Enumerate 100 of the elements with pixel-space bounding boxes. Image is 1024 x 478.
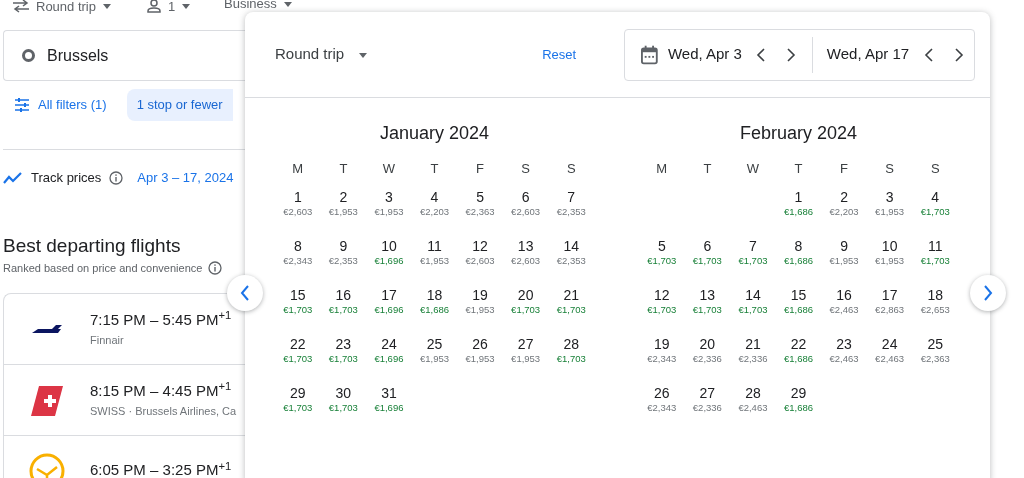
day-price: €1,953 [465,304,495,316]
reset-button[interactable]: Reset [538,40,581,69]
weekday-label: M [291,160,305,178]
origin-field[interactable]: Brussels [3,30,245,81]
day-number[interactable]: 13 [699,286,716,304]
trend-line-icon [3,171,23,184]
day-number[interactable]: 2 [840,188,848,206]
day-number[interactable]: 18 [426,286,443,304]
chevron-right-icon[interactable] [954,47,965,62]
weekday-label: S [929,160,941,178]
day-number[interactable]: 5 [476,188,484,206]
passenger-count[interactable]: 1 [168,0,176,13]
all-filters-link[interactable]: All filters (1) [38,95,107,115]
day-number[interactable]: 7 [567,188,576,206]
day-number[interactable]: 22 [790,335,807,353]
day-number[interactable]: 28 [563,335,579,353]
day-number[interactable]: 21 [563,286,579,304]
day-number[interactable]: 24 [381,335,397,353]
flight-times: 8:15 PM – 4:45 PM$^{+1}$ [90,380,233,401]
day-number[interactable]: 8 [293,237,302,255]
day-number[interactable]: 3 [385,188,393,206]
day-number[interactable]: 14 [745,286,761,304]
crane-circle-logo-icon [29,452,65,478]
day-number[interactable]: 3 [885,188,894,206]
chevron-right-icon[interactable] [785,47,796,62]
section-subtitle: Ranked based on price and convenience [3,261,203,276]
trip-type-dropdown[interactable]: Round trip [36,0,96,13]
day-price: €1,703 [511,304,541,316]
day-number[interactable]: 4 [430,188,439,206]
day-price: €1,953 [829,255,859,267]
day-number[interactable]: 17 [381,286,397,304]
day-number[interactable]: 9 [339,237,348,255]
day-number[interactable]: 15 [790,286,807,304]
day-number[interactable]: 11 [927,237,943,255]
weekday-label: S [884,160,895,178]
previous-month-button[interactable] [227,275,263,311]
day-number[interactable]: 8 [794,237,803,255]
day-number[interactable]: 19 [472,286,488,304]
chevron-left-icon[interactable] [755,47,766,62]
day-number[interactable]: 11 [427,237,442,255]
day-number[interactable]: 14 [563,237,579,255]
day-number[interactable]: 27 [517,335,534,353]
chevron-left-icon[interactable] [924,47,935,62]
day-number[interactable]: 12 [654,286,670,304]
day-number[interactable]: 16 [335,286,352,304]
next-month-button[interactable] [970,275,1006,311]
day-number[interactable]: 6 [521,188,530,206]
day-number[interactable]: 4 [931,188,940,206]
day-number[interactable]: 27 [699,384,716,402]
day-number[interactable]: 29 [790,384,807,402]
day-number[interactable]: 19 [654,335,670,353]
day-number[interactable]: 5 [657,237,666,255]
day-number[interactable]: 20 [517,286,534,304]
day-number[interactable]: 7 [749,237,757,255]
day-number[interactable]: 1 [293,188,302,206]
day-price: €1,703 [692,304,722,316]
day-number[interactable]: 31 [381,384,397,402]
day-number[interactable]: 10 [381,237,397,255]
day-number[interactable]: 1 [794,188,803,206]
swoosh-logo-icon [32,323,62,334]
day-number[interactable]: 15 [290,286,306,304]
airline-name: Finnair [90,332,125,348]
day-number[interactable]: 24 [881,335,898,353]
day-number[interactable]: 17 [881,286,898,304]
day-number[interactable]: 25 [927,335,943,353]
day-number[interactable]: 26 [654,384,670,402]
day-number[interactable]: 23 [836,335,852,353]
day-number[interactable]: 26 [472,335,488,353]
day-number[interactable]: 21 [745,335,761,353]
date-range-field[interactable]: Wed, Apr 3 Wed, Apr 17 [624,28,976,81]
day-number[interactable]: 12 [472,237,488,255]
track-dates[interactable]: Apr 3 – 17, 2024 [137,168,234,188]
day-price: €2,203 [419,206,449,218]
day-number[interactable]: 6 [703,237,712,255]
day-price: €2,336 [692,402,722,414]
departure-date[interactable]: Wed, Apr 3 [667,43,746,66]
day-number[interactable]: 10 [881,237,898,255]
day-number[interactable]: 30 [335,384,352,402]
day-number[interactable]: 20 [699,335,716,353]
flight-row[interactable]: 8:15 PM – 4:45 PM$^{+1}$ SWISS · Brussels Airlines, Ca [4,364,245,436]
day-number[interactable]: 29 [290,384,306,402]
day-price: €2,603 [465,255,495,267]
day-number[interactable]: 2 [339,188,348,206]
return-date[interactable]: Wed, Apr 17 [826,43,915,66]
stops-filter-chip[interactable]: 1 stop or fewer [126,89,233,121]
day-number[interactable]: 23 [335,335,352,353]
day-number[interactable]: 16 [836,286,852,304]
day-price: €1,703 [738,255,768,267]
day-number[interactable]: 22 [290,335,306,353]
day-price: €2,463 [875,353,905,365]
day-number[interactable]: 25 [426,335,443,353]
weekday-label: M [655,160,669,178]
day-number[interactable]: 18 [927,286,943,304]
day-number[interactable]: 13 [517,237,534,255]
day-number[interactable]: 9 [840,237,848,255]
day-price: €2,353 [328,255,358,267]
trip-type-dropdown[interactable]: Round trip [275,43,369,66]
day-number[interactable]: 28 [745,384,761,402]
day-price: €1,703 [556,353,586,365]
weekday-label: F [839,160,850,178]
